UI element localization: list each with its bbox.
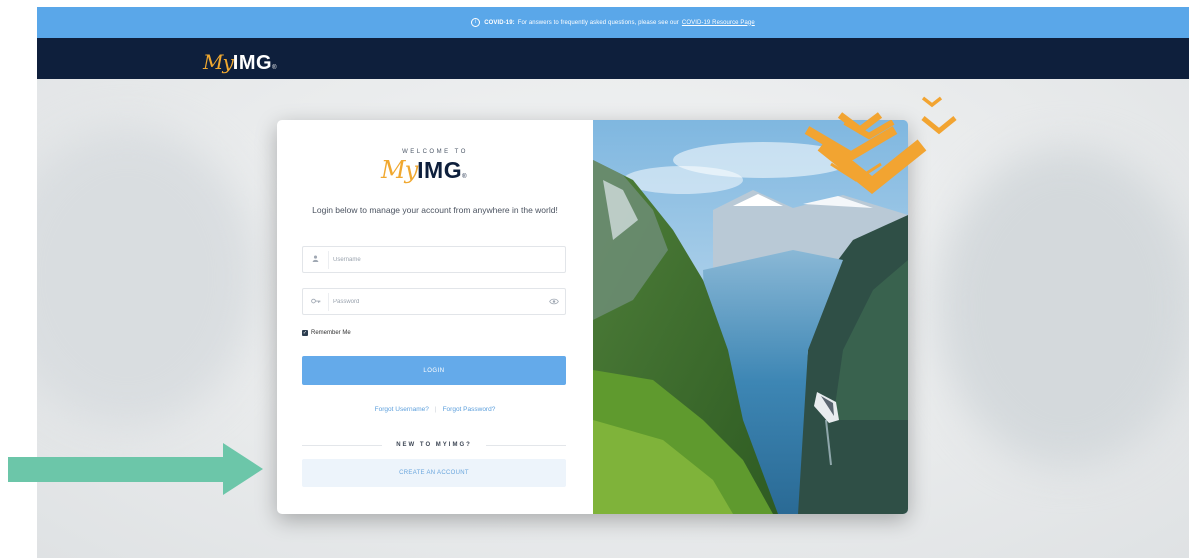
login-panel: WELCOME TO My IMG ® Login below to manag…	[277, 120, 593, 514]
forgot-username-link[interactable]: Forgot Username?	[375, 406, 429, 413]
divider-line-right	[485, 444, 566, 446]
remember-checkbox[interactable]: ✓	[302, 330, 308, 336]
password-input[interactable]	[328, 292, 543, 311]
logo-my-script: My	[203, 50, 234, 74]
create-account-button[interactable]: CREATE AN ACCOUNT	[302, 459, 566, 487]
covid-banner: i COVID-19: For answers to frequently as…	[37, 7, 1189, 38]
remember-me[interactable]: ✓ Remember Me	[302, 330, 351, 336]
key-icon	[303, 298, 328, 306]
divider-line-left	[302, 444, 383, 446]
login-tagline: Login below to manage your account from …	[312, 205, 558, 215]
logo-registered-mark: ®	[272, 65, 277, 71]
myimg-logo[interactable]: My IMG ®	[203, 50, 276, 75]
covid-resource-link[interactable]: COVID-19 Resource Page	[682, 20, 755, 26]
forgot-password-link[interactable]: Forgot Password?	[443, 406, 496, 413]
username-field	[302, 246, 566, 273]
card-logo-img-text: IMG	[417, 157, 463, 183]
login-button[interactable]: LOGIN	[302, 356, 566, 385]
forgot-separator: |	[434, 406, 437, 413]
welcome-label: WELCOME TO	[402, 149, 468, 155]
card-logo-my-script: My	[381, 156, 418, 184]
card-logo-registered-mark: ®	[462, 174, 467, 180]
annotation-arrow-icon	[8, 443, 263, 495]
user-icon	[303, 255, 328, 264]
banner-prefix: COVID-19:	[484, 19, 515, 26]
username-input[interactable]	[328, 250, 565, 269]
card-myimg-logo: My IMG ®	[381, 156, 467, 184]
chevron-down-icon	[817, 96, 957, 194]
info-circle-icon: i	[471, 18, 481, 27]
new-to-myimg-label: NEW TO MYIMG?	[396, 442, 472, 448]
top-navbar: My IMG ®	[37, 38, 1189, 79]
remember-label: Remember Me	[311, 330, 351, 336]
eye-icon[interactable]	[543, 297, 565, 307]
background-blur-left	[37, 127, 257, 427]
password-field	[302, 288, 566, 315]
new-user-divider: NEW TO MYIMG?	[302, 442, 566, 448]
logo-img-text: IMG	[232, 52, 273, 74]
forgot-links: Forgot Username? | Forgot Password?	[277, 406, 593, 413]
banner-text: For answers to frequently asked question…	[517, 19, 679, 26]
